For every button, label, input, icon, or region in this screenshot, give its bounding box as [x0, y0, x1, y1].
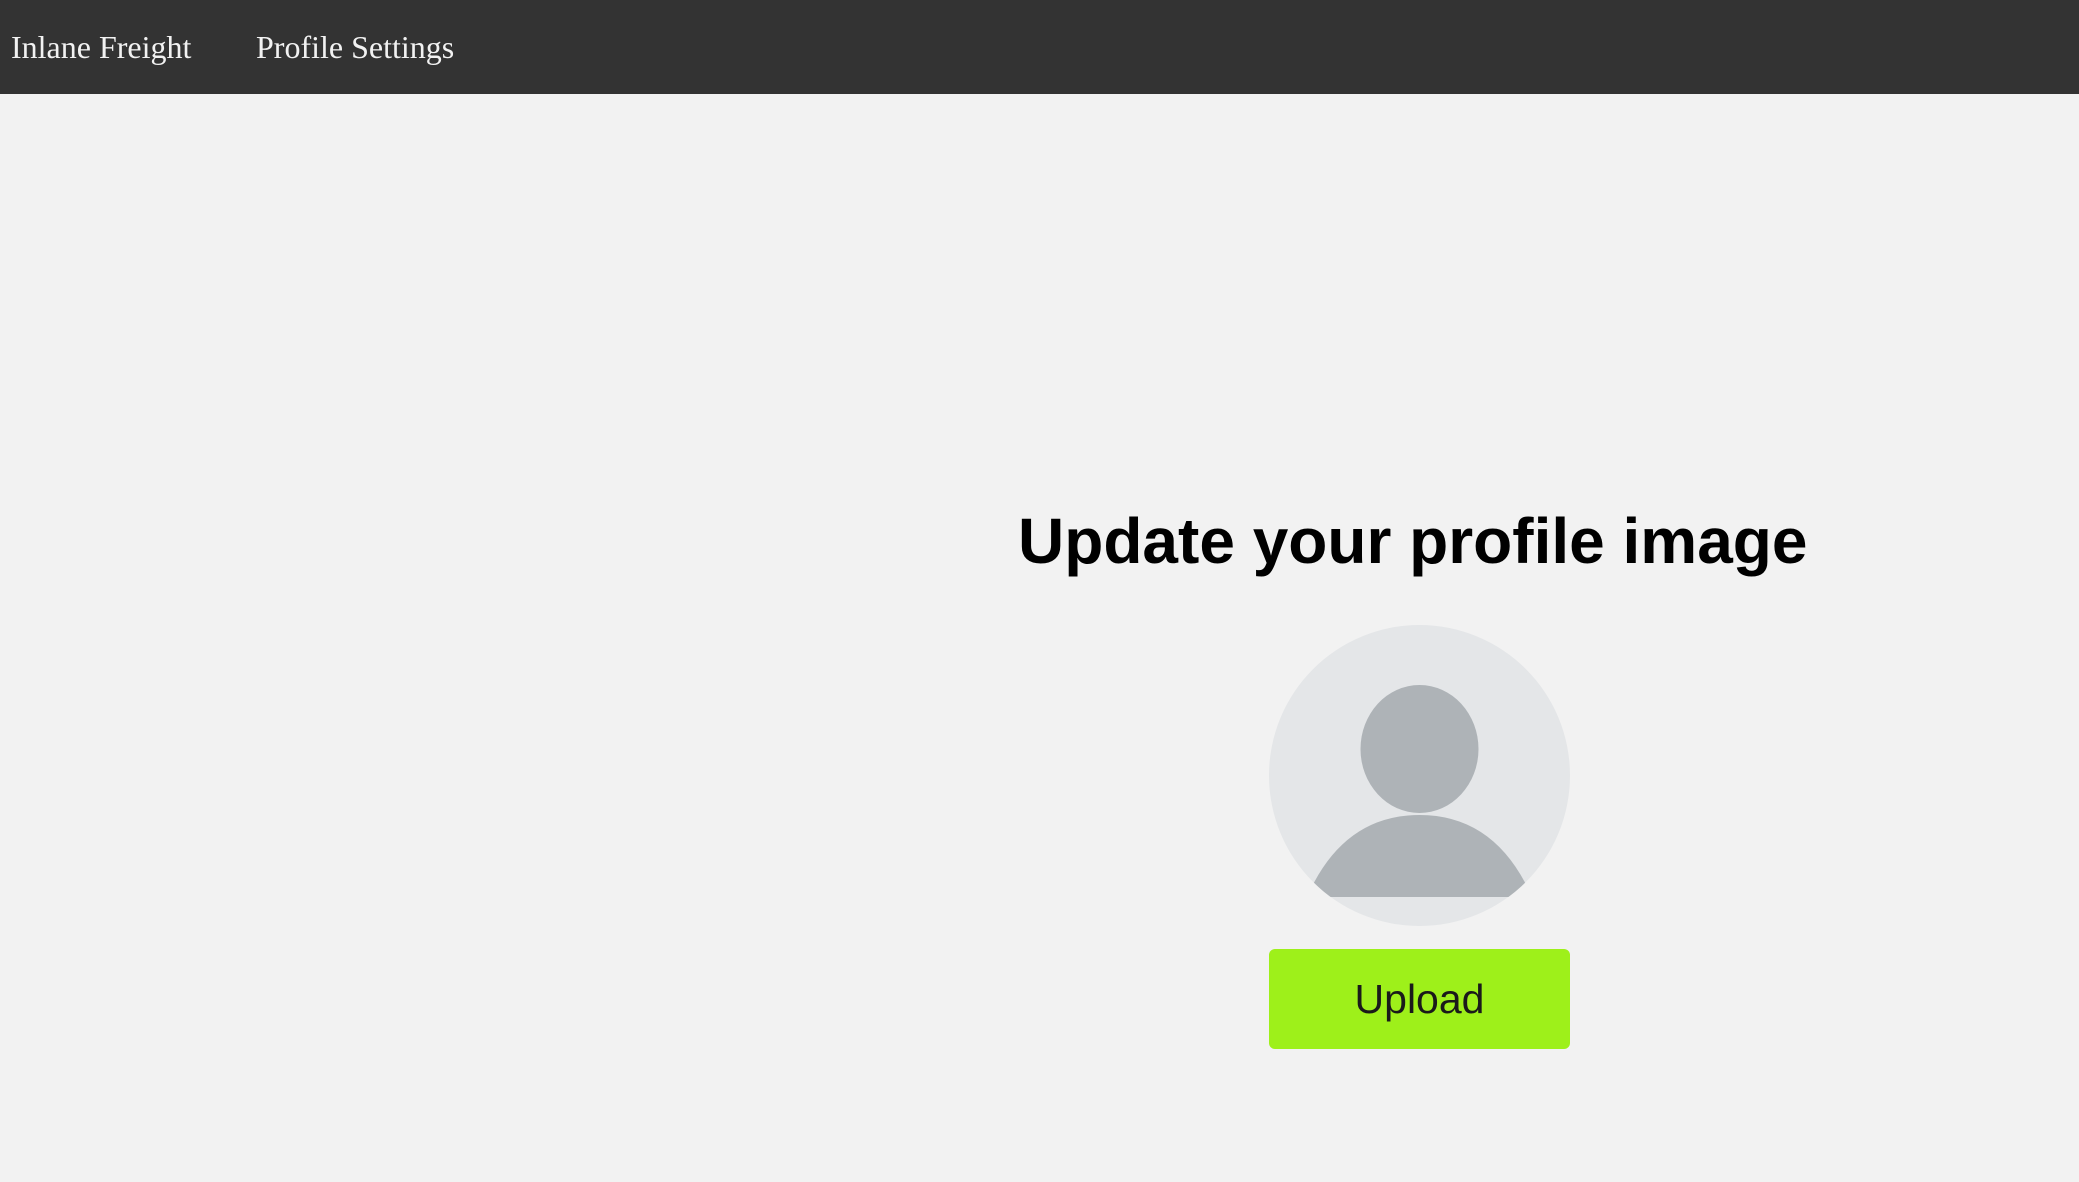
main-content: Update your profile image Upload	[0, 94, 2079, 1182]
nav-link-profile-settings[interactable]: Profile Settings	[256, 0, 454, 94]
brand-link[interactable]: Inlane Freight	[11, 0, 191, 94]
upload-button[interactable]: Upload	[1269, 949, 1570, 1049]
user-silhouette-icon	[1307, 685, 1532, 897]
top-navbar: Inlane Freight Profile Settings	[0, 0, 2079, 94]
page-title: Update your profile image	[1018, 505, 1808, 577]
profile-avatar	[1269, 625, 1570, 926]
